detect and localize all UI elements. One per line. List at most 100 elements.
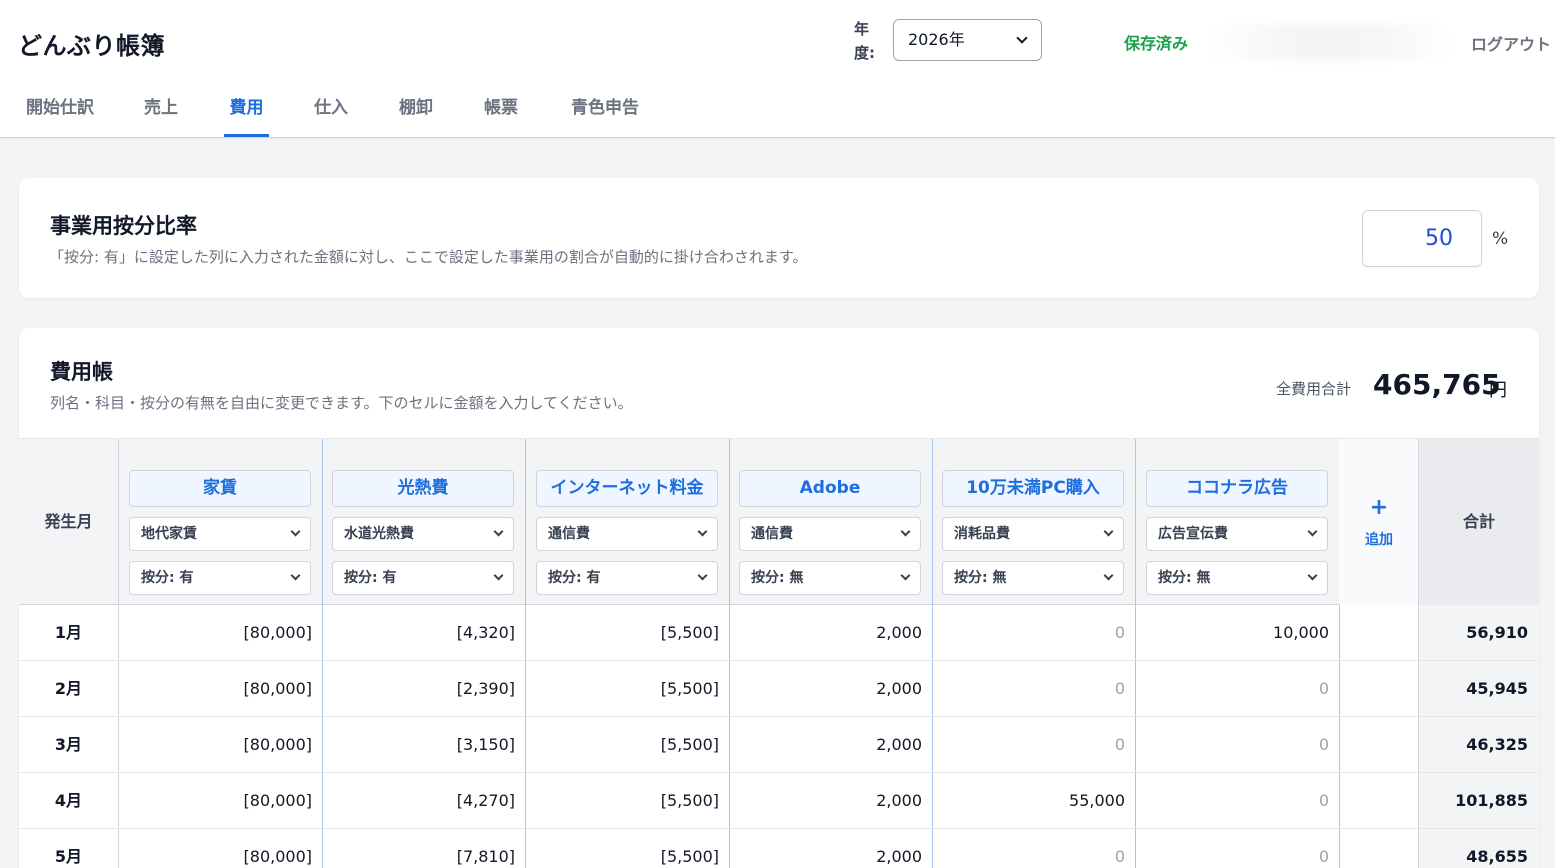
amount-cell[interactable]: [80,000] — [119, 605, 323, 660]
amount-cell[interactable]: [3,150] — [322, 717, 526, 772]
total-column-header: 合計 — [1419, 439, 1539, 605]
row-total-cell: 45,945 — [1419, 661, 1539, 716]
amount-cell[interactable]: 2,000 — [729, 773, 933, 828]
grand-total-label: 全費用合計 — [1276, 380, 1352, 398]
logout-button[interactable]: ログアウト — [1471, 31, 1551, 55]
account-select[interactable]: 水道光熱費 — [332, 517, 514, 551]
account-select-value: 広告宣伝費 — [1158, 526, 1228, 542]
tab-purchases[interactable]: 仕入 — [313, 88, 349, 137]
amount-cell[interactable]: 0 — [932, 661, 1136, 716]
amount-cell[interactable]: [4,270] — [322, 773, 526, 828]
table-row: 3月 [80,000] [3,150] [5,500] 2,000 0 0 46… — [19, 717, 1539, 773]
table-row: 2月 [80,000] [2,390] [5,500] 2,000 0 0 45… — [19, 661, 1539, 717]
amount-cell[interactable]: [5,500] — [526, 829, 730, 868]
amount-cell[interactable]: [2,390] — [322, 661, 526, 716]
column-name-input[interactable]: Adobe — [739, 470, 921, 507]
allocation-select[interactable]: 按分: 無 — [942, 561, 1124, 595]
year-select-value: 2026年 — [908, 30, 965, 49]
expense-ledger-card: 費用帳 列名・科目・按分の有無を自由に変更できます。下のセルに金額を入力してくだ… — [19, 328, 1539, 868]
tab-inventory[interactable]: 棚卸 — [398, 88, 434, 137]
amount-cell[interactable]: [80,000] — [119, 661, 323, 716]
allocation-ratio-card: 事業用按分比率 「按分: 有」に設定した列に入力された金額に対し、ここで設定した… — [19, 178, 1539, 298]
amount-cell[interactable]: [5,500] — [526, 717, 730, 772]
ledger-title: 費用帳 — [50, 360, 113, 384]
save-status: 保存済み — [1124, 34, 1189, 53]
ratio-input[interactable]: 50 — [1362, 210, 1482, 267]
column-name-input[interactable]: ココナラ広告 — [1146, 470, 1328, 507]
amount-cell[interactable]: [80,000] — [119, 773, 323, 828]
main-tabs: 開始仕訳 売上 費用 仕入 棚卸 帳票 青色申告 — [0, 88, 900, 138]
amount-cell[interactable]: 0 — [932, 717, 1136, 772]
chevron-down-icon — [1016, 32, 1028, 44]
allocation-select-value: 按分: 有 — [548, 570, 601, 586]
chevron-down-icon — [900, 526, 911, 537]
tab-opening-entries[interactable]: 開始仕訳 — [24, 88, 96, 137]
allocation-select-value: 按分: 無 — [1158, 570, 1211, 586]
amount-cell[interactable]: 10,000 — [1136, 605, 1340, 660]
add-column-spacer — [1339, 829, 1419, 868]
column-name-input[interactable]: 10万未満PC購入 — [942, 470, 1124, 507]
amount-cell[interactable]: 0 — [1136, 829, 1340, 868]
expense-column-header: Adobe 通信費 按分: 無 — [729, 439, 933, 605]
amount-cell[interactable]: [5,500] — [526, 661, 730, 716]
table-header: 発生月 家賃 地代家賃 按分: 有 光熱費 水道光熱費 按分: 有 インターネッ… — [19, 438, 1539, 605]
amount-cell[interactable]: 0 — [1136, 773, 1340, 828]
amount-cell[interactable]: 0 — [1136, 661, 1340, 716]
account-select[interactable]: 広告宣伝費 — [1146, 517, 1328, 551]
month-cell: 3月 — [19, 717, 119, 772]
month-column-header: 発生月 — [19, 439, 119, 605]
column-name-input[interactable]: 光熱費 — [332, 470, 514, 507]
tab-expenses[interactable]: 費用 — [224, 88, 269, 137]
chevron-down-icon — [290, 570, 301, 581]
allocation-select-value: 按分: 有 — [141, 570, 194, 586]
amount-cell[interactable]: 2,000 — [729, 605, 933, 660]
allocation-select[interactable]: 按分: 有 — [129, 561, 311, 595]
add-column-spacer — [1339, 661, 1419, 716]
user-info-redacted — [1205, 24, 1455, 60]
plus-icon: + — [1369, 495, 1389, 520]
app-title: どんぶり帳簿 — [18, 32, 165, 60]
month-cell: 5月 — [19, 829, 119, 868]
amount-cell[interactable]: 2,000 — [729, 829, 933, 868]
amount-cell[interactable]: [7,810] — [322, 829, 526, 868]
chevron-down-icon — [1103, 526, 1114, 537]
chevron-down-icon — [697, 526, 708, 537]
ratio-unit: % — [1492, 229, 1509, 249]
chevron-down-icon — [900, 570, 911, 581]
add-column-spacer — [1339, 717, 1419, 772]
column-name-input[interactable]: インターネット料金 — [536, 470, 718, 507]
amount-cell[interactable]: 0 — [932, 829, 1136, 868]
allocation-select[interactable]: 按分: 有 — [332, 561, 514, 595]
amount-cell[interactable]: [5,500] — [526, 605, 730, 660]
month-cell: 4月 — [19, 773, 119, 828]
column-name-input[interactable]: 家賃 — [129, 470, 311, 507]
amount-cell[interactable]: [4,320] — [322, 605, 526, 660]
amount-cell[interactable]: [80,000] — [119, 717, 323, 772]
month-cell: 1月 — [19, 605, 119, 660]
account-select[interactable]: 通信費 — [739, 517, 921, 551]
allocation-select[interactable]: 按分: 無 — [1146, 561, 1328, 595]
allocation-select[interactable]: 按分: 無 — [739, 561, 921, 595]
amount-cell[interactable]: [5,500] — [526, 773, 730, 828]
chevron-down-icon — [1307, 526, 1318, 537]
amount-cell[interactable]: 2,000 — [729, 717, 933, 772]
account-select[interactable]: 通信費 — [536, 517, 718, 551]
amount-cell[interactable]: [80,000] — [119, 829, 323, 868]
table-row: 4月 [80,000] [4,270] [5,500] 2,000 55,000… — [19, 773, 1539, 829]
year-select[interactable]: 2026年 — [893, 19, 1042, 61]
amount-cell[interactable]: 0 — [1136, 717, 1340, 772]
tab-sales[interactable]: 売上 — [143, 88, 179, 137]
tab-reports[interactable]: 帳票 — [483, 88, 519, 137]
add-column-spacer — [1339, 773, 1419, 828]
allocation-select[interactable]: 按分: 有 — [536, 561, 718, 595]
account-select[interactable]: 消耗品費 — [942, 517, 1124, 551]
amount-cell[interactable]: 55,000 — [932, 773, 1136, 828]
tab-blue-return[interactable]: 青色申告 — [569, 88, 641, 137]
add-column-button[interactable]: + 追加 — [1339, 439, 1419, 605]
add-column-label: 追加 — [1365, 532, 1393, 548]
account-select-value: 通信費 — [548, 526, 590, 542]
amount-cell[interactable]: 2,000 — [729, 661, 933, 716]
row-total-cell: 48,655 — [1419, 829, 1539, 868]
amount-cell[interactable]: 0 — [932, 605, 1136, 660]
account-select[interactable]: 地代家賃 — [129, 517, 311, 551]
